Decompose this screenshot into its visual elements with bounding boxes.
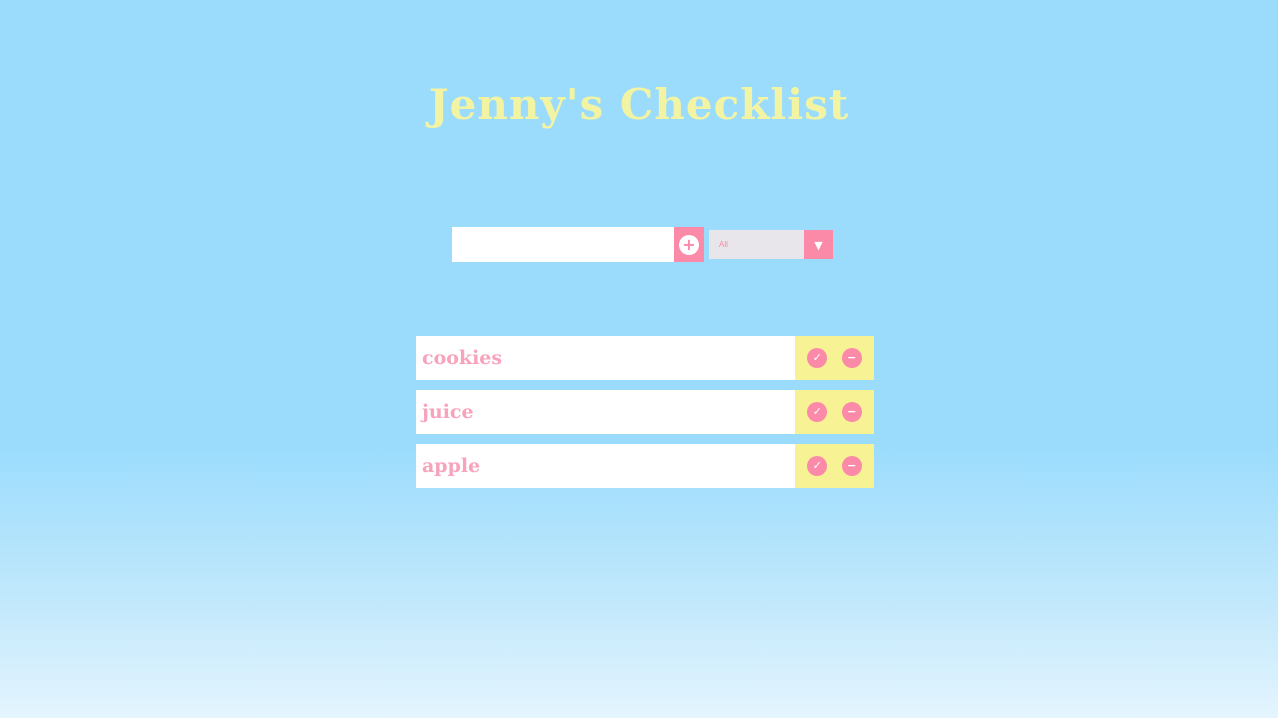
todo-text: juice — [422, 401, 474, 423]
plus-icon: + — [679, 234, 699, 255]
todo-item: juice ✓ − — [416, 390, 874, 434]
remove-minus-icon[interactable]: − — [841, 348, 862, 368]
todo-text: cookies — [422, 347, 503, 369]
todo-actions: ✓ − — [795, 336, 874, 380]
chevron-down-icon: ▼ — [804, 230, 833, 259]
todo-input[interactable] — [452, 227, 674, 262]
remove-minus-icon[interactable]: − — [841, 456, 862, 476]
todo-list: cookies ✓ − juice ✓ − apple ✓ − — [416, 336, 874, 498]
filter-selected-value: All — [709, 230, 804, 259]
complete-check-icon[interactable]: ✓ — [807, 348, 828, 368]
todo-actions: ✓ − — [795, 390, 874, 434]
todo-actions: ✓ − — [795, 444, 874, 488]
todo-text: apple — [422, 455, 481, 477]
page-title: Jenny's Checklist — [428, 80, 850, 130]
complete-check-icon[interactable]: ✓ — [807, 456, 828, 476]
add-button[interactable]: + — [674, 227, 704, 262]
add-todo-form: + — [452, 227, 704, 262]
todo-item: cookies ✓ − — [416, 336, 874, 380]
todo-item: apple ✓ − — [416, 444, 874, 488]
complete-check-icon[interactable]: ✓ — [807, 402, 828, 422]
remove-minus-icon[interactable]: − — [841, 402, 862, 422]
filter-select[interactable]: All ▼ — [709, 230, 833, 259]
